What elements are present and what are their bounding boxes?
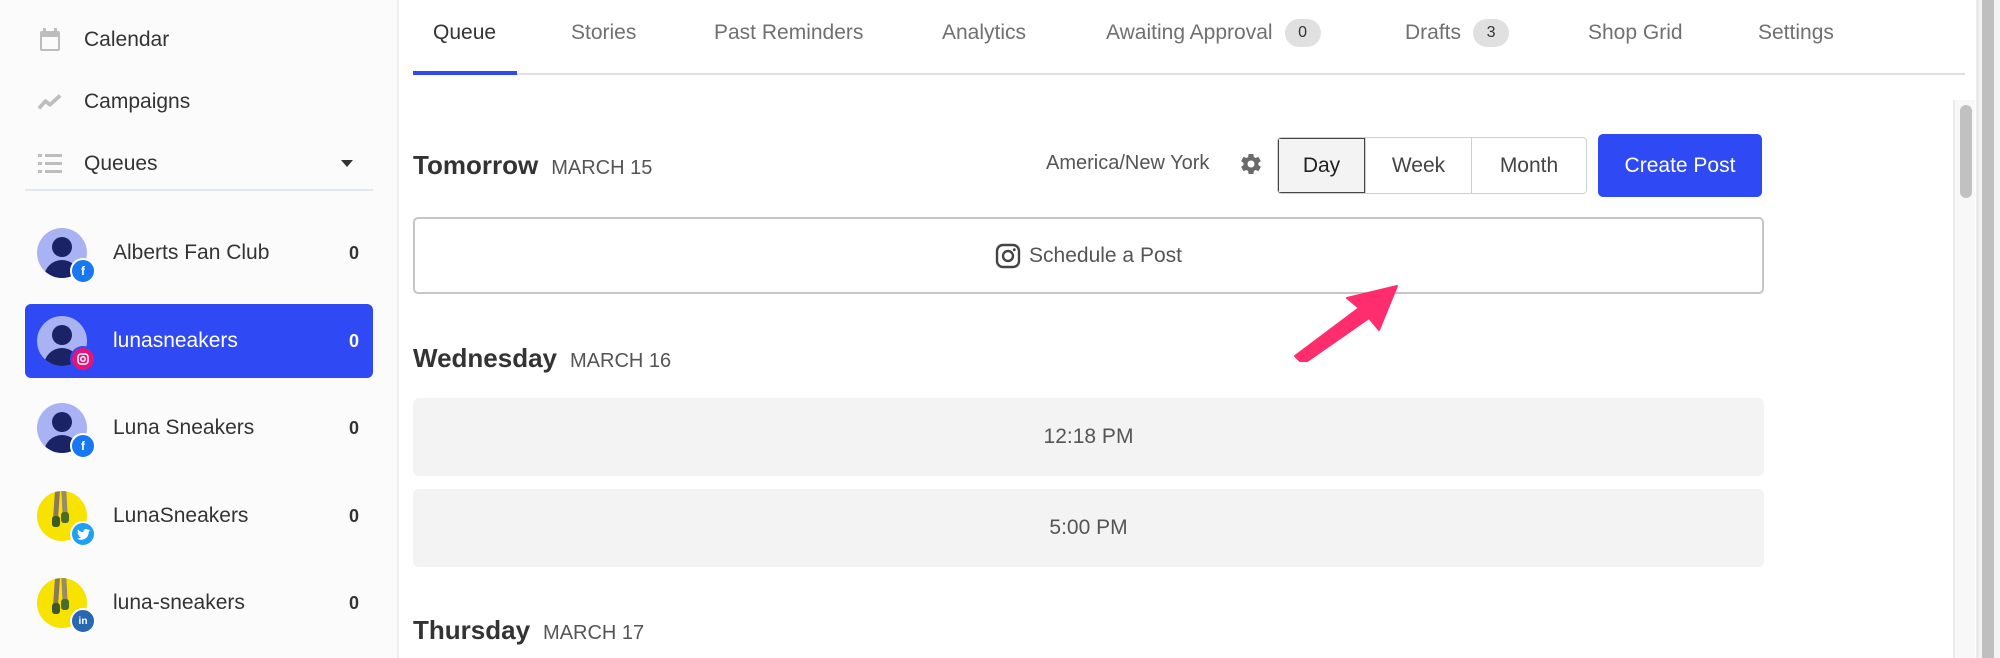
gear-icon[interactable] — [1239, 152, 1263, 176]
tab-settings[interactable]: Settings — [1758, 18, 1834, 48]
main-content: Queue Stories Past Reminders Analytics A… — [401, 0, 1965, 658]
count-badge: 3 — [1473, 19, 1510, 47]
account-count: 0 — [348, 505, 359, 526]
day-date: MARCH 16 — [570, 350, 672, 372]
account-name: luna-sneakers — [113, 591, 245, 614]
day-date: MARCH 17 — [543, 622, 645, 644]
day-name: Wednesday — [413, 343, 558, 373]
account-item-active[interactable]: lunasneakers 0 — [25, 304, 373, 378]
day-header: Wednesday MARCH 16 — [413, 343, 671, 374]
page-scrollbar[interactable] — [1976, 0, 2000, 658]
sidebar-item-calendar[interactable]: Calendar — [38, 20, 373, 60]
view-week-button[interactable]: Week — [1366, 138, 1472, 193]
account-name: lunasneakers — [113, 329, 238, 352]
view-month-button[interactable]: Month — [1472, 138, 1586, 193]
sidebar-item-label: Queues — [84, 152, 158, 175]
create-post-button[interactable]: Create Post — [1598, 134, 1762, 197]
day-header: Thursday MARCH 17 — [413, 615, 644, 646]
schedule-post-label: Schedule a Post — [1029, 243, 1182, 267]
list-icon — [38, 152, 62, 176]
annotation-arrow-icon — [1294, 285, 1398, 362]
active-tab-indicator — [413, 71, 517, 75]
tab-past-reminders[interactable]: Past Reminders — [714, 18, 863, 48]
content-scrollbar[interactable] — [1953, 100, 1975, 658]
tab-queue[interactable]: Queue — [433, 18, 496, 48]
view-day-button[interactable]: Day — [1278, 138, 1366, 193]
facebook-icon: f — [70, 258, 96, 284]
account-name: LunaSneakers — [113, 504, 249, 527]
tab-bar: Queue Stories Past Reminders Analytics A… — [413, 0, 1965, 75]
day-header: Tomorrow MARCH 15 — [413, 150, 652, 181]
tab-label: Analytics — [942, 21, 1027, 44]
instagram-icon — [995, 243, 1021, 269]
time-slot[interactable]: 5:00 PM — [413, 489, 1764, 567]
calendar-icon — [38, 28, 62, 52]
tab-label: Awaiting Approval — [1106, 21, 1273, 44]
account-count: 0 — [348, 417, 359, 438]
sidebar-divider — [25, 189, 373, 191]
day-date: MARCH 15 — [551, 157, 653, 179]
tab-awaiting-approval[interactable]: Awaiting Approval 0 — [1106, 18, 1321, 48]
avatar: f — [37, 228, 96, 284]
instagram-icon — [70, 346, 96, 372]
sidebar-item-queues[interactable]: Queues — [38, 144, 373, 184]
chevron-down-icon[interactable] — [341, 160, 353, 167]
day-name: Thursday — [413, 615, 531, 645]
twitter-icon — [70, 521, 96, 547]
facebook-icon: f — [70, 433, 96, 459]
day-name: Tomorrow — [413, 150, 539, 180]
sidebar: Calendar Campaigns Queues f Alberts Fan … — [0, 0, 399, 658]
time-slot[interactable]: 12:18 PM — [413, 398, 1764, 476]
trend-line-icon — [38, 90, 62, 114]
tab-label: Past Reminders — [714, 21, 864, 44]
avatar — [37, 491, 96, 547]
account-item[interactable]: in luna-sneakers 0 — [25, 566, 373, 640]
timezone-label: America/New York — [1046, 152, 1210, 174]
account-name: Luna Sneakers — [113, 416, 255, 439]
tab-stories[interactable]: Stories — [571, 18, 636, 48]
scrollbar-thumb[interactable] — [1982, 0, 1994, 658]
sidebar-item-label: Campaigns — [84, 90, 191, 113]
tab-label: Settings — [1758, 21, 1834, 44]
account-item[interactable]: f Luna Sneakers 0 — [25, 391, 373, 465]
avatar: f — [37, 403, 96, 459]
account-name: Alberts Fan Club — [113, 241, 270, 264]
tab-shop-grid[interactable]: Shop Grid — [1588, 18, 1683, 48]
account-item[interactable]: LunaSneakers 0 — [25, 479, 373, 553]
sidebar-item-label: Calendar — [84, 28, 170, 51]
tab-drafts[interactable]: Drafts 3 — [1405, 18, 1510, 48]
schedule-post-button[interactable]: Schedule a Post — [413, 217, 1764, 294]
tab-label: Queue — [433, 21, 497, 44]
scrollbar-thumb[interactable] — [1960, 105, 1972, 198]
account-item[interactable]: f Alberts Fan Club 0 — [25, 216, 373, 290]
tab-label: Drafts — [1405, 21, 1462, 44]
avatar: in — [37, 578, 96, 634]
linkedin-icon: in — [70, 608, 96, 634]
tab-label: Stories — [571, 21, 637, 44]
account-count: 0 — [348, 242, 359, 263]
view-toggle: Day Week Month — [1277, 137, 1587, 194]
count-badge: 0 — [1284, 19, 1321, 47]
sidebar-item-campaigns[interactable]: Campaigns — [38, 82, 373, 122]
tab-analytics[interactable]: Analytics — [942, 18, 1026, 48]
account-count: 0 — [348, 592, 359, 613]
tab-label: Shop Grid — [1588, 21, 1683, 44]
account-count: 0 — [348, 330, 359, 351]
avatar — [37, 316, 96, 372]
